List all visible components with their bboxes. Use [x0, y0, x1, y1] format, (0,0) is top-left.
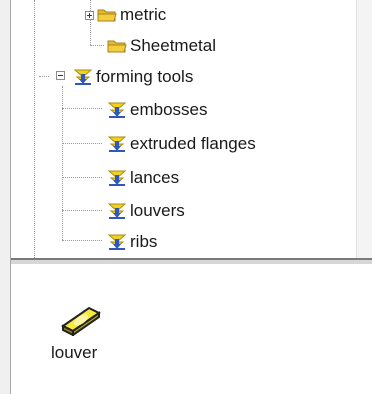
tree-node-louvers[interactable]: louvers: [107, 197, 185, 225]
forming-tool-icon: [107, 202, 127, 220]
tree-guide-line: [90, 0, 91, 45]
folder-icon: [107, 37, 127, 55]
design-library-tree[interactable]: metric Sheetmetal forming tools embosses…: [11, 0, 356, 258]
tree-node-label: lances: [130, 168, 180, 187]
forming-tool-icon: [107, 169, 127, 187]
tree-node-embosses[interactable]: embosses: [107, 96, 207, 124]
tree-node-label: extruded flanges: [130, 134, 256, 153]
tree-node-label: Sheetmetal: [130, 36, 216, 55]
library-item-louver[interactable]: louver: [51, 300, 131, 380]
tree-node-label: metric: [120, 5, 167, 24]
forming-tool-icon: [107, 135, 127, 153]
tree-node-lances[interactable]: lances: [107, 164, 179, 192]
tree-guide-line: [62, 143, 102, 144]
tree-scroll-area[interactable]: [356, 0, 372, 258]
collapse-toggle[interactable]: [56, 71, 65, 80]
library-item-label: louver: [51, 343, 98, 362]
library-items-panel: louver: [11, 264, 372, 394]
tree-node-metric[interactable]: metric: [97, 1, 166, 29]
tree-guide-line: [62, 86, 63, 240]
louver-part-icon: [59, 300, 103, 337]
tree-node-sheetmetal[interactable]: Sheetmetal: [107, 32, 216, 60]
tree-guide-line: [34, 0, 35, 258]
tree-node-ribs[interactable]: ribs: [107, 228, 157, 256]
tree-guide-line: [39, 76, 49, 77]
folder-icon: [97, 6, 117, 24]
forming-tool-icon: [107, 101, 127, 119]
tree-node-label: ribs: [130, 232, 158, 251]
tree-node-extruded-flanges[interactable]: extruded flanges: [107, 130, 256, 158]
tree-guide-line: [62, 240, 102, 241]
tree-node-label: louvers: [130, 201, 185, 220]
tree-node-forming-tools[interactable]: forming tools: [73, 63, 193, 91]
tree-guide-line: [90, 45, 104, 46]
tree-node-label: forming tools: [96, 67, 194, 86]
forming-tool-icon: [73, 68, 93, 86]
tree-guide-line: [62, 177, 102, 178]
tree-guide-line: [62, 210, 102, 211]
expand-toggle[interactable]: [85, 11, 94, 20]
tree-guide-line: [62, 108, 102, 109]
tree-node-label: embosses: [130, 100, 208, 119]
forming-tool-icon: [107, 233, 127, 251]
